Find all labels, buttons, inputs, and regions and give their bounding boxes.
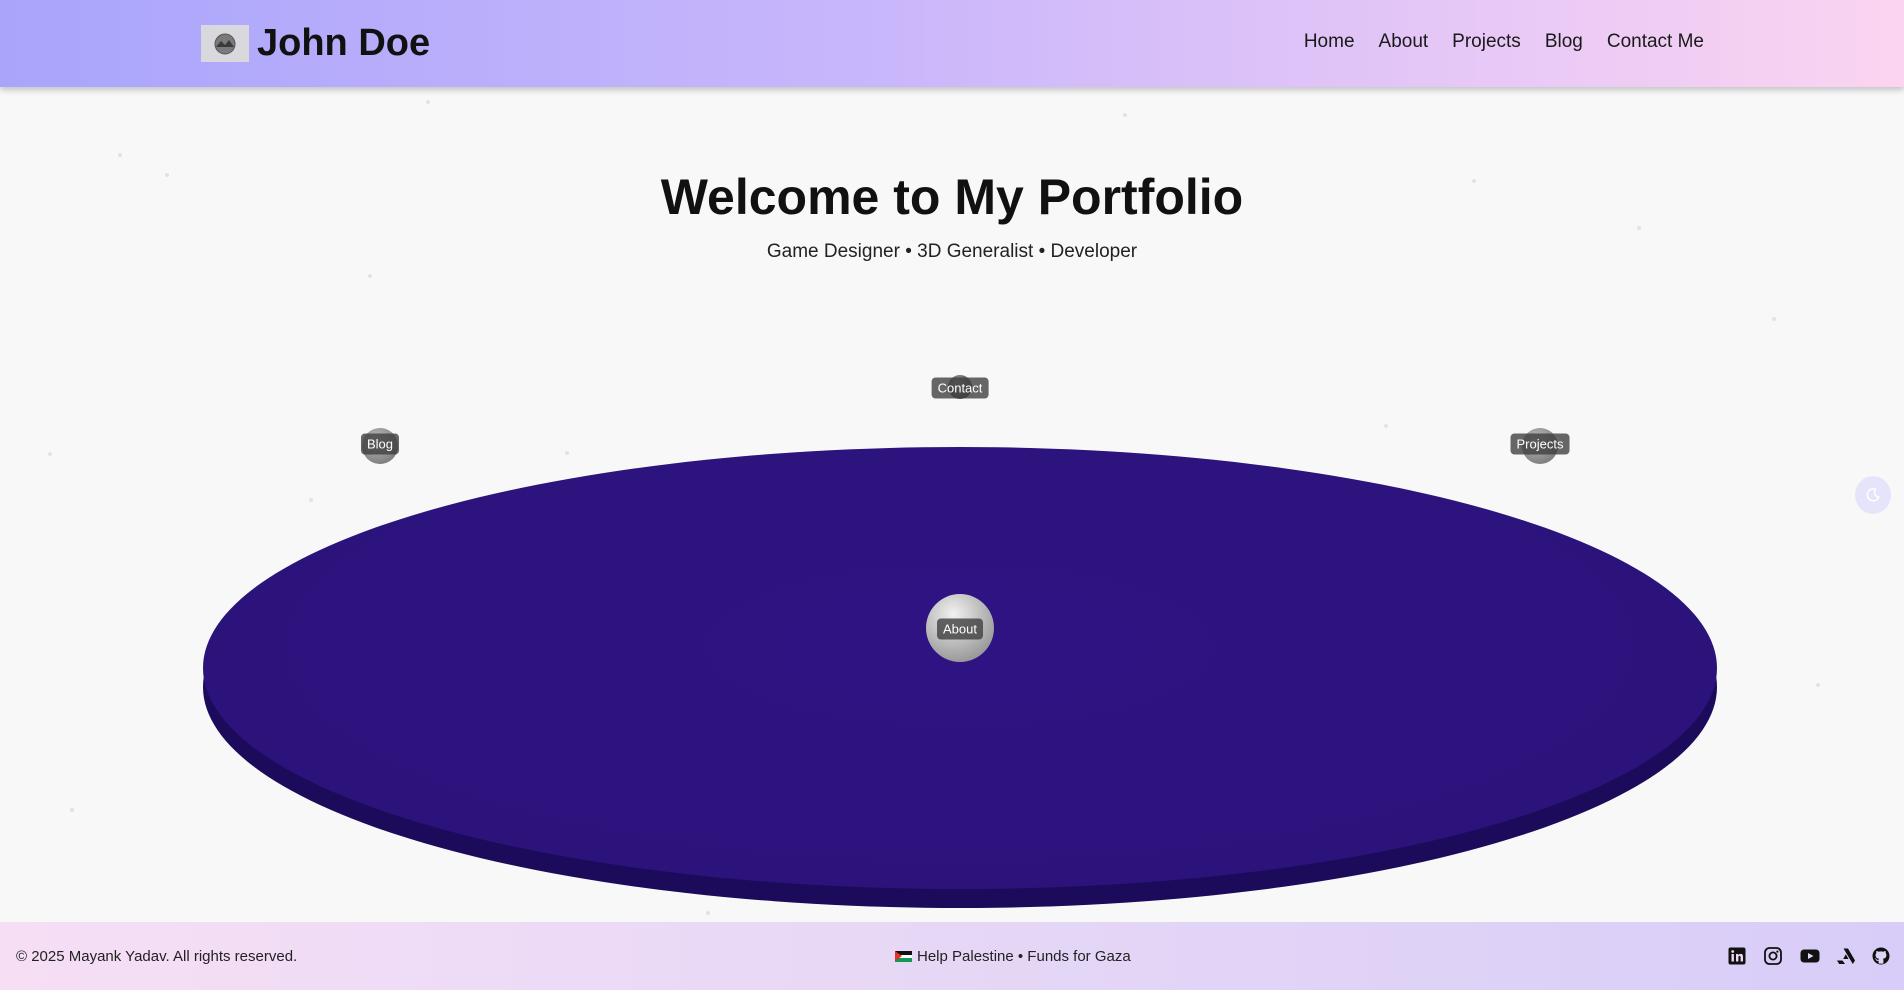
contact-orb-label[interactable]: Contact <box>931 377 989 399</box>
site-footer: © 2025 Mayank Yadav. All rights reserved… <box>0 922 1904 990</box>
palestine-flag-icon <box>895 951 912 962</box>
social-links <box>1728 947 1890 965</box>
nav-home[interactable]: Home <box>1304 31 1355 53</box>
youtube-icon[interactable] <box>1800 947 1820 965</box>
nav-blog[interactable]: Blog <box>1545 31 1583 53</box>
nav-projects[interactable]: Projects <box>1452 31 1521 53</box>
projects-orb-label[interactable]: Projects <box>1510 433 1570 455</box>
logo-image <box>201 25 249 62</box>
avatar-icon <box>214 33 236 54</box>
nav-contact[interactable]: Contact Me <box>1607 31 1704 53</box>
copyright-text: © 2025 Mayank Yadav. All rights reserved… <box>16 948 298 965</box>
help-palestine-link[interactable]: Help Palestine • Funds for Gaza <box>895 948 1131 965</box>
instagram-icon[interactable] <box>1764 947 1782 965</box>
platform-disc <box>203 447 1717 889</box>
github-icon[interactable] <box>1872 947 1890 965</box>
main-nav: Home About Projects Blog Contact Me <box>1304 31 1704 53</box>
blog-orb-label[interactable]: Blog <box>360 433 400 455</box>
help-palestine-text: Help Palestine • Funds for Gaza <box>917 948 1131 965</box>
linkedin-icon[interactable] <box>1728 947 1746 965</box>
about-orb-label[interactable]: About <box>937 618 983 640</box>
hero-title: Welcome to My Portfolio <box>660 169 1244 225</box>
moon-icon <box>1866 488 1880 502</box>
artstation-icon[interactable] <box>1836 947 1855 965</box>
nav-about[interactable]: About <box>1379 31 1429 53</box>
hero-subtitle: Game Designer • 3D Generalist • Develope… <box>766 241 1138 262</box>
site-header: John Doe Home About Projects Blog Contac… <box>0 0 1904 87</box>
theme-toggle-button[interactable] <box>1855 476 1891 514</box>
brand[interactable]: John Doe <box>201 22 430 65</box>
brand-name: John Doe <box>257 22 431 64</box>
